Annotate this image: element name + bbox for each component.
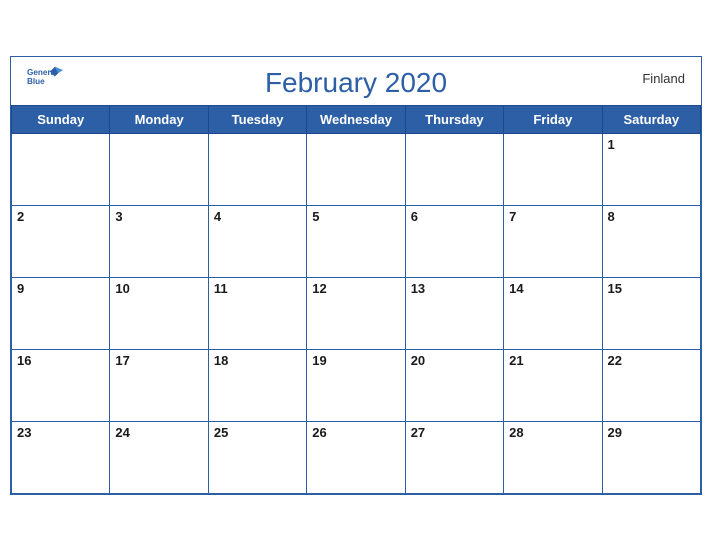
calendar-cell: 18 <box>208 349 306 421</box>
calendar-cell: 29 <box>602 421 700 493</box>
generalblue-logo-icon: General Blue <box>27 65 63 93</box>
day-number: 18 <box>214 353 228 368</box>
day-number: 6 <box>411 209 418 224</box>
day-number: 10 <box>115 281 129 296</box>
calendar-cell: 13 <box>405 277 503 349</box>
day-number: 27 <box>411 425 425 440</box>
day-number: 23 <box>17 425 31 440</box>
header-thursday: Thursday <box>405 105 503 133</box>
logo-area: General Blue <box>27 65 63 93</box>
day-number: 9 <box>17 281 24 296</box>
calendar-cell: 7 <box>504 205 602 277</box>
calendar-cell: 10 <box>110 277 208 349</box>
header-tuesday: Tuesday <box>208 105 306 133</box>
calendar-cell: 15 <box>602 277 700 349</box>
header-sunday: Sunday <box>12 105 110 133</box>
day-number: 12 <box>312 281 326 296</box>
calendar-cell <box>12 133 110 205</box>
calendar-cell: 24 <box>110 421 208 493</box>
calendar-cell: 12 <box>307 277 405 349</box>
day-number: 29 <box>608 425 622 440</box>
calendar-cell: 26 <box>307 421 405 493</box>
calendar-cell: 28 <box>504 421 602 493</box>
calendar-header: General Blue February 2020 Finland <box>11 57 701 105</box>
header-monday: Monday <box>110 105 208 133</box>
day-number: 1 <box>608 137 615 152</box>
week-row-2: 2 3 4 5 6 7 8 <box>12 205 701 277</box>
calendar-cell: 4 <box>208 205 306 277</box>
week-row-3: 9 10 11 12 13 14 15 <box>12 277 701 349</box>
header-friday: Friday <box>504 105 602 133</box>
calendar-cell <box>110 133 208 205</box>
day-number: 2 <box>17 209 24 224</box>
week-row-1: 1 <box>12 133 701 205</box>
calendar-cell <box>405 133 503 205</box>
day-number: 21 <box>509 353 523 368</box>
day-number: 25 <box>214 425 228 440</box>
calendar-container: General Blue February 2020 Finland Sunda… <box>10 56 702 495</box>
day-number: 7 <box>509 209 516 224</box>
calendar-cell: 23 <box>12 421 110 493</box>
calendar-cell: 11 <box>208 277 306 349</box>
calendar-cell: 9 <box>12 277 110 349</box>
calendar-cell: 20 <box>405 349 503 421</box>
calendar-cell <box>504 133 602 205</box>
day-number: 15 <box>608 281 622 296</box>
day-number: 13 <box>411 281 425 296</box>
header-saturday: Saturday <box>602 105 700 133</box>
day-number: 11 <box>214 281 228 296</box>
day-number: 26 <box>312 425 326 440</box>
day-number: 4 <box>214 209 221 224</box>
calendar-cell: 8 <box>602 205 700 277</box>
calendar-cell: 1 <box>602 133 700 205</box>
day-number: 24 <box>115 425 129 440</box>
calendar-cell <box>208 133 306 205</box>
calendar-cell: 27 <box>405 421 503 493</box>
calendar-cell: 25 <box>208 421 306 493</box>
calendar-cell: 5 <box>307 205 405 277</box>
week-row-5: 23 24 25 26 27 28 29 <box>12 421 701 493</box>
calendar-title: February 2020 <box>265 67 447 99</box>
day-number: 8 <box>608 209 615 224</box>
calendar-cell: 14 <box>504 277 602 349</box>
calendar-cell: 21 <box>504 349 602 421</box>
calendar-table: Sunday Monday Tuesday Wednesday Thursday… <box>11 105 701 494</box>
day-number: 22 <box>608 353 622 368</box>
day-number: 19 <box>312 353 326 368</box>
day-number: 20 <box>411 353 425 368</box>
day-number: 3 <box>115 209 122 224</box>
calendar-body: 1234567891011121314151617181920212223242… <box>12 133 701 493</box>
calendar-cell <box>307 133 405 205</box>
calendar-cell: 16 <box>12 349 110 421</box>
calendar-cell: 17 <box>110 349 208 421</box>
calendar-cell: 19 <box>307 349 405 421</box>
calendar-cell: 22 <box>602 349 700 421</box>
day-number: 14 <box>509 281 523 296</box>
calendar-cell: 2 <box>12 205 110 277</box>
weekday-header-row: Sunday Monday Tuesday Wednesday Thursday… <box>12 105 701 133</box>
country-label: Finland <box>642 71 685 86</box>
day-number: 28 <box>509 425 523 440</box>
week-row-4: 16 17 18 19 20 21 22 <box>12 349 701 421</box>
day-number: 5 <box>312 209 319 224</box>
calendar-cell: 6 <box>405 205 503 277</box>
day-number: 16 <box>17 353 31 368</box>
day-number: 17 <box>115 353 129 368</box>
calendar-cell: 3 <box>110 205 208 277</box>
header-wednesday: Wednesday <box>307 105 405 133</box>
svg-text:Blue: Blue <box>27 76 45 85</box>
